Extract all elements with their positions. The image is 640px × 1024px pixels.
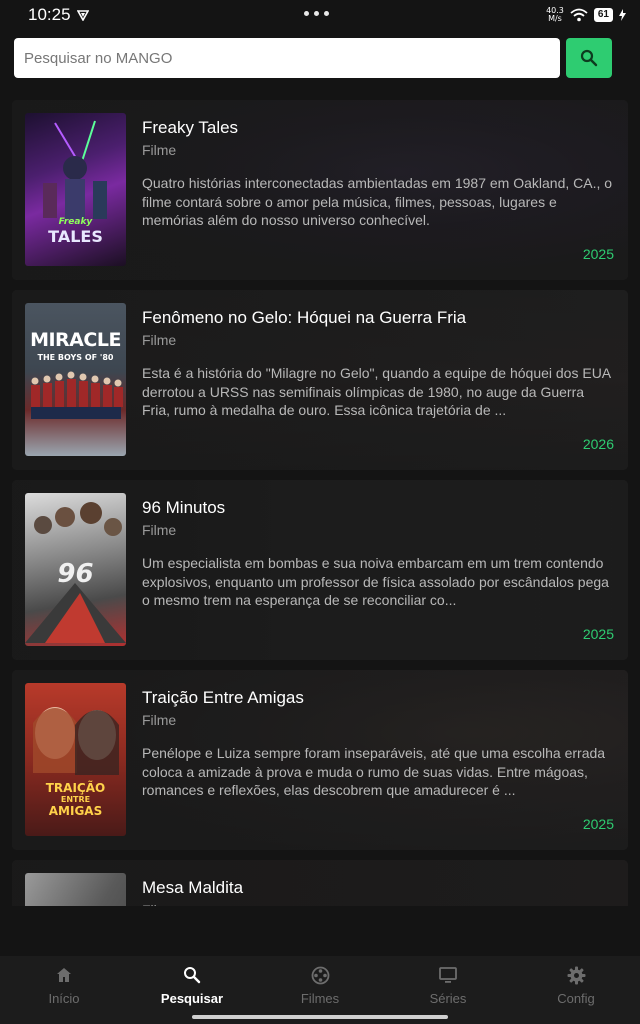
search-results-list[interactable]: Freaky TALES Freaky Tales Filme Quatro h… (0, 92, 640, 906)
item-description: Quatro histórias interconectadas ambient… (142, 175, 613, 228)
item-year: 2025 (582, 816, 614, 832)
poster-title-text: TRAIÇÃO (45, 781, 106, 795)
item-title: 96 Minutos (142, 498, 226, 517)
wifi-icon (570, 8, 588, 22)
item-description: Penélope e Luiza sempre foram inseparáve… (142, 745, 606, 798)
network-speed-unit: M/s (548, 14, 562, 23)
list-item[interactable]: Freaky TALES Freaky Tales Filme Quatro h… (12, 100, 628, 280)
poster-image[interactable]: 96 (25, 493, 126, 646)
item-title: Fenômeno no Gelo: Hóquei na Guerra Fria (142, 308, 467, 327)
poster-artwork (31, 371, 123, 419)
nav-label: Filmes (300, 991, 340, 1006)
list-item[interactable]: 96 96 Minutos Filme Um especialista em b… (12, 480, 628, 660)
item-type: Filme (142, 332, 177, 348)
home-icon (57, 968, 71, 982)
list-item[interactable]: Mesa Maldita Filme (12, 860, 628, 906)
battery-indicator: 61 (593, 8, 613, 22)
status-time-group: 10:25 (28, 5, 89, 25)
nav-label: Início (48, 991, 80, 1006)
network-speed: 40.3 M/s (546, 7, 564, 23)
item-title: Traição Entre Amigas (142, 688, 304, 707)
search-icon (184, 967, 201, 984)
search-button[interactable] (566, 38, 612, 78)
item-description: Um especialista em bombas e sua noiva em… (142, 555, 609, 608)
search-input[interactable] (14, 38, 561, 78)
poster-title-text: 96 (57, 559, 94, 589)
item-title: Mesa Maldita (142, 878, 244, 897)
status-bar: 10:25 40.3 M/s 61 (0, 0, 640, 30)
nav-item-series[interactable]: Séries (384, 956, 512, 1024)
nav-item-config[interactable]: Config (512, 956, 640, 1024)
item-title: Freaky Tales (142, 118, 239, 137)
charging-bolt-icon (619, 9, 626, 21)
search-icon (580, 49, 598, 67)
list-item[interactable]: TRAIÇÃO ENTRE AMIGAS Traição Entre Amiga… (12, 670, 628, 850)
poster-title-text-2: TALES (48, 227, 103, 246)
poster-title-text-3: AMIGAS (48, 804, 103, 818)
nav-label: Pesquisar (160, 991, 224, 1006)
poster-image[interactable] (25, 873, 126, 906)
item-type: Filme (142, 142, 177, 158)
poster-image[interactable]: Freaky TALES (25, 113, 126, 266)
status-time: 10:25 (28, 5, 71, 24)
poster-image[interactable]: MIRACLE THE BOYS OF '80 (25, 303, 126, 456)
item-year: 2025 (582, 626, 614, 642)
nav-item-pesquisar[interactable]: Pesquisar (128, 956, 256, 1024)
poster-title-text-2: ENTRE (60, 795, 91, 804)
item-type: Filme (142, 902, 176, 906)
item-type: Filme (142, 712, 177, 728)
nav-item-inicio[interactable]: Início (0, 956, 128, 1024)
status-indicators: 40.3 M/s 61 (546, 7, 626, 23)
item-type: Filme (142, 522, 177, 538)
nav-label: Config (557, 991, 595, 1006)
nav-item-filmes[interactable]: Filmes (256, 956, 384, 1024)
vpn-shield-icon (76, 10, 89, 21)
gesture-home-bar[interactable] (192, 1015, 448, 1019)
bottom-navigation: Início Pesquisar Filmes Séries Config (0, 956, 640, 1024)
search-bar (14, 38, 612, 78)
tv-icon (439, 967, 457, 983)
poster-image[interactable]: TRAIÇÃO ENTRE AMIGAS (25, 683, 126, 836)
gear-icon (567, 966, 585, 984)
item-year: 2026 (582, 436, 614, 452)
film-reel-icon (311, 966, 329, 984)
poster-title-text: Freaky (58, 217, 93, 227)
item-year: 2025 (582, 246, 614, 262)
item-description: Esta é a história do "Milagre no Gelo", … (142, 365, 611, 418)
status-more-dots (304, 11, 329, 16)
nav-label: Séries (429, 991, 467, 1006)
list-item[interactable]: MIRACLE THE BOYS OF '80 Fenômeno no Gelo… (12, 290, 628, 470)
